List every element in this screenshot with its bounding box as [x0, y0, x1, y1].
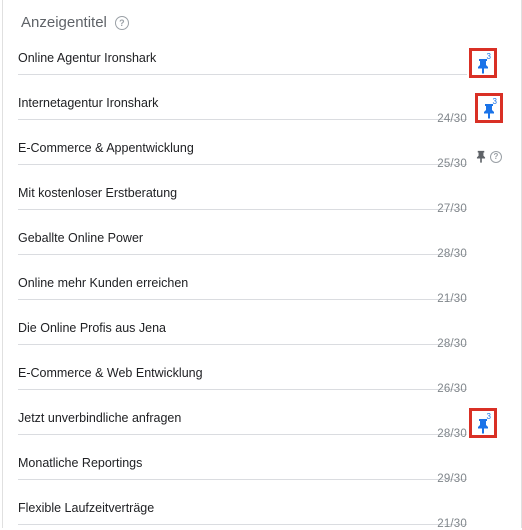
pin-toggle-row-9[interactable]: 3 [469, 408, 497, 438]
headline-text[interactable]: Jetzt unverbindliche anfragen [18, 411, 181, 425]
headline-text[interactable]: Flexible Laufzeitverträge [18, 501, 154, 515]
headline-row[interactable]: E-Commerce & Appentwicklung 25/30 [18, 120, 467, 170]
character-count: 21/30 [437, 518, 467, 530]
pin-position: 3 [486, 52, 491, 61]
headline-row[interactable]: Online Agentur Ironshark [18, 30, 467, 75]
headline-row[interactable]: Geballte Online Power 28/30 [18, 210, 467, 260]
headline-text[interactable]: E-Commerce & Appentwicklung [18, 141, 194, 155]
headline-row[interactable]: Flexible Laufzeitverträge 21/30 [18, 480, 467, 530]
help-icon[interactable]: ? [490, 150, 502, 163]
pin-position: 3 [492, 97, 497, 106]
headline-row[interactable]: Online mehr Kunden erreichen 21/30 [18, 255, 467, 305]
headline-text[interactable]: E-Commerce & Web Entwicklung [18, 366, 203, 380]
pin-toggle-row-1[interactable]: 3 [469, 48, 497, 78]
headline-row[interactable]: E-Commerce & Web Entwicklung 26/30 [18, 345, 467, 395]
pin-toggle-row-2[interactable]: 3 [475, 93, 503, 123]
headline-row[interactable]: Jetzt unverbindliche anfragen 28/30 [18, 390, 467, 440]
headline-text[interactable]: Geballte Online Power [18, 231, 143, 245]
headline-text[interactable]: Internetagentur Ironshark [18, 96, 158, 110]
headline-row[interactable]: Mit kostenloser Erstberatung 27/30 [18, 165, 467, 215]
headline-text[interactable]: Online mehr Kunden erreichen [18, 276, 188, 290]
headline-row[interactable]: Internetagentur Ironshark 24/30 [18, 75, 467, 125]
section-header: Anzeigentitel ? [21, 14, 129, 31]
headline-text[interactable]: Die Online Profis aus Jena [18, 321, 166, 335]
headline-text[interactable]: Monatliche Reportings [18, 456, 142, 470]
pin-toggle-row-3[interactable]: ? [476, 150, 502, 163]
headline-row[interactable]: Monatliche Reportings 29/30 [18, 435, 467, 485]
headline-text[interactable]: Online Agentur Ironshark [18, 51, 156, 65]
help-icon[interactable]: ? [114, 15, 129, 30]
pin-position: 3 [486, 412, 491, 421]
headline-text[interactable]: Mit kostenloser Erstberatung [18, 186, 177, 200]
headline-row[interactable]: Die Online Profis aus Jena 28/30 [18, 300, 467, 350]
section-title: Anzeigentitel [21, 14, 107, 31]
pin-icon [476, 150, 486, 163]
